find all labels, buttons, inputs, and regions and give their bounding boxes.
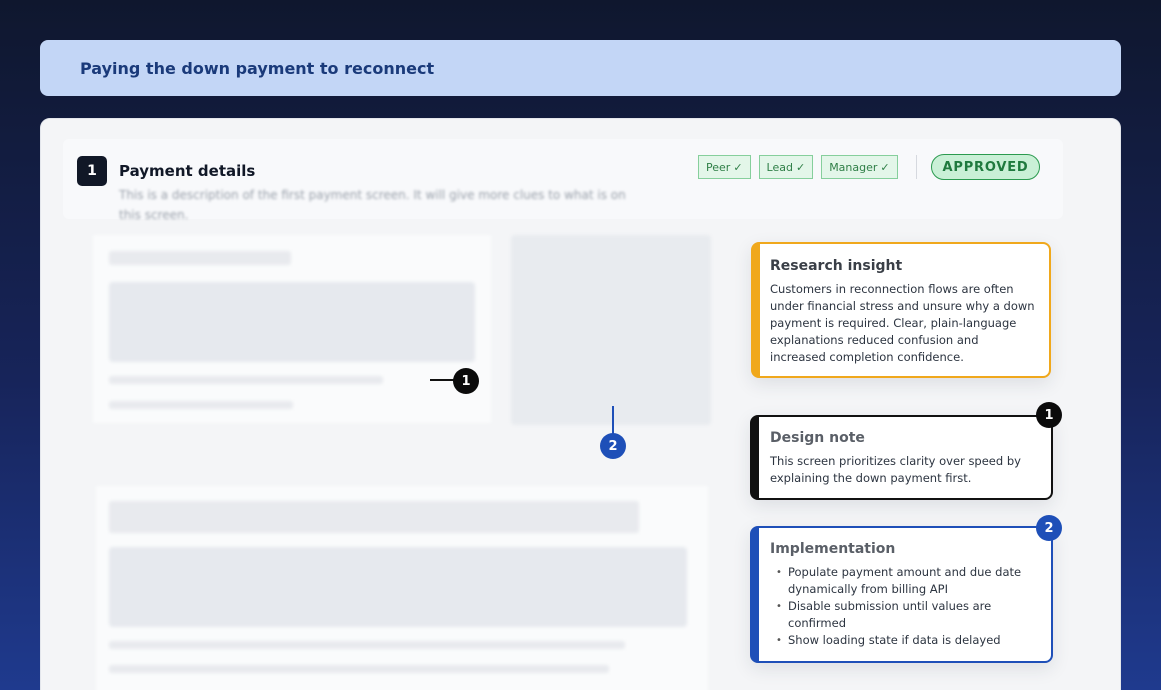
reviewer-lead[interactable]: Lead ✓ <box>758 155 814 179</box>
note-body: This screen prioritizes clarity over spe… <box>770 454 1021 485</box>
list-item: Show loading state if data is delayed <box>770 632 1037 649</box>
status-badge: APPROVED <box>931 154 1040 180</box>
wireframe-image <box>511 235 711 425</box>
list-item: Disable submission until values are conf… <box>770 598 1037 632</box>
implementation-note-marker: 2 <box>1036 515 1062 541</box>
wireframe-line <box>109 376 383 384</box>
implementation-note: Implementation Populate payment amount a… <box>750 526 1053 663</box>
wireframe-line <box>109 665 609 673</box>
page-title-bar: Paying the down payment to reconnect <box>40 40 1121 96</box>
research-insight-note: Research insight Customers in reconnecti… <box>751 242 1051 378</box>
annotation-marker-2[interactable]: 2 <box>600 433 626 459</box>
check-icon: ✓ <box>880 160 890 174</box>
wireframe-heading <box>109 501 639 533</box>
implementation-list: Populate payment amount and due date dyn… <box>770 564 1037 649</box>
section-description: This is a description of the first payme… <box>119 188 626 222</box>
note-title: Implementation <box>770 541 896 557</box>
wireframe-block <box>109 547 687 627</box>
leader-line <box>612 406 614 434</box>
list-item: Populate payment amount and due date dyn… <box>770 564 1037 598</box>
reviewer-list: Peer ✓ Lead ✓ Manager ✓ <box>698 155 898 179</box>
note-body: Customers in reconnection flows are ofte… <box>770 282 1035 364</box>
reviewer-label: Manager <box>829 160 878 174</box>
wireframe-line <box>109 401 293 409</box>
note-title: Research insight <box>770 258 903 274</box>
check-icon: ✓ <box>795 160 806 174</box>
reviewer-manager[interactable]: Manager ✓ <box>821 155 898 179</box>
design-note: Design note This screen prioritizes clar… <box>750 415 1053 500</box>
reviewer-label: Peer <box>706 160 731 174</box>
check-icon: ✓ <box>733 160 743 174</box>
reviewer-label: Lead <box>766 160 793 174</box>
reviewer-peer[interactable]: Peer ✓ <box>698 155 751 179</box>
wireframe-heading <box>109 251 291 265</box>
section-title: Payment details <box>119 162 256 180</box>
wireframe-block <box>109 282 475 362</box>
step-number-badge: 1 <box>77 156 107 186</box>
screen-card: 1 Payment details This is a description … <box>40 118 1121 690</box>
note-title: Design note <box>770 430 865 446</box>
page-title: Paying the down payment to reconnect <box>80 58 435 78</box>
annotation-marker-1[interactable]: 1 <box>453 368 479 394</box>
design-note-marker: 1 <box>1036 402 1062 428</box>
wireframe-line <box>109 641 625 649</box>
header-divider <box>916 155 917 179</box>
